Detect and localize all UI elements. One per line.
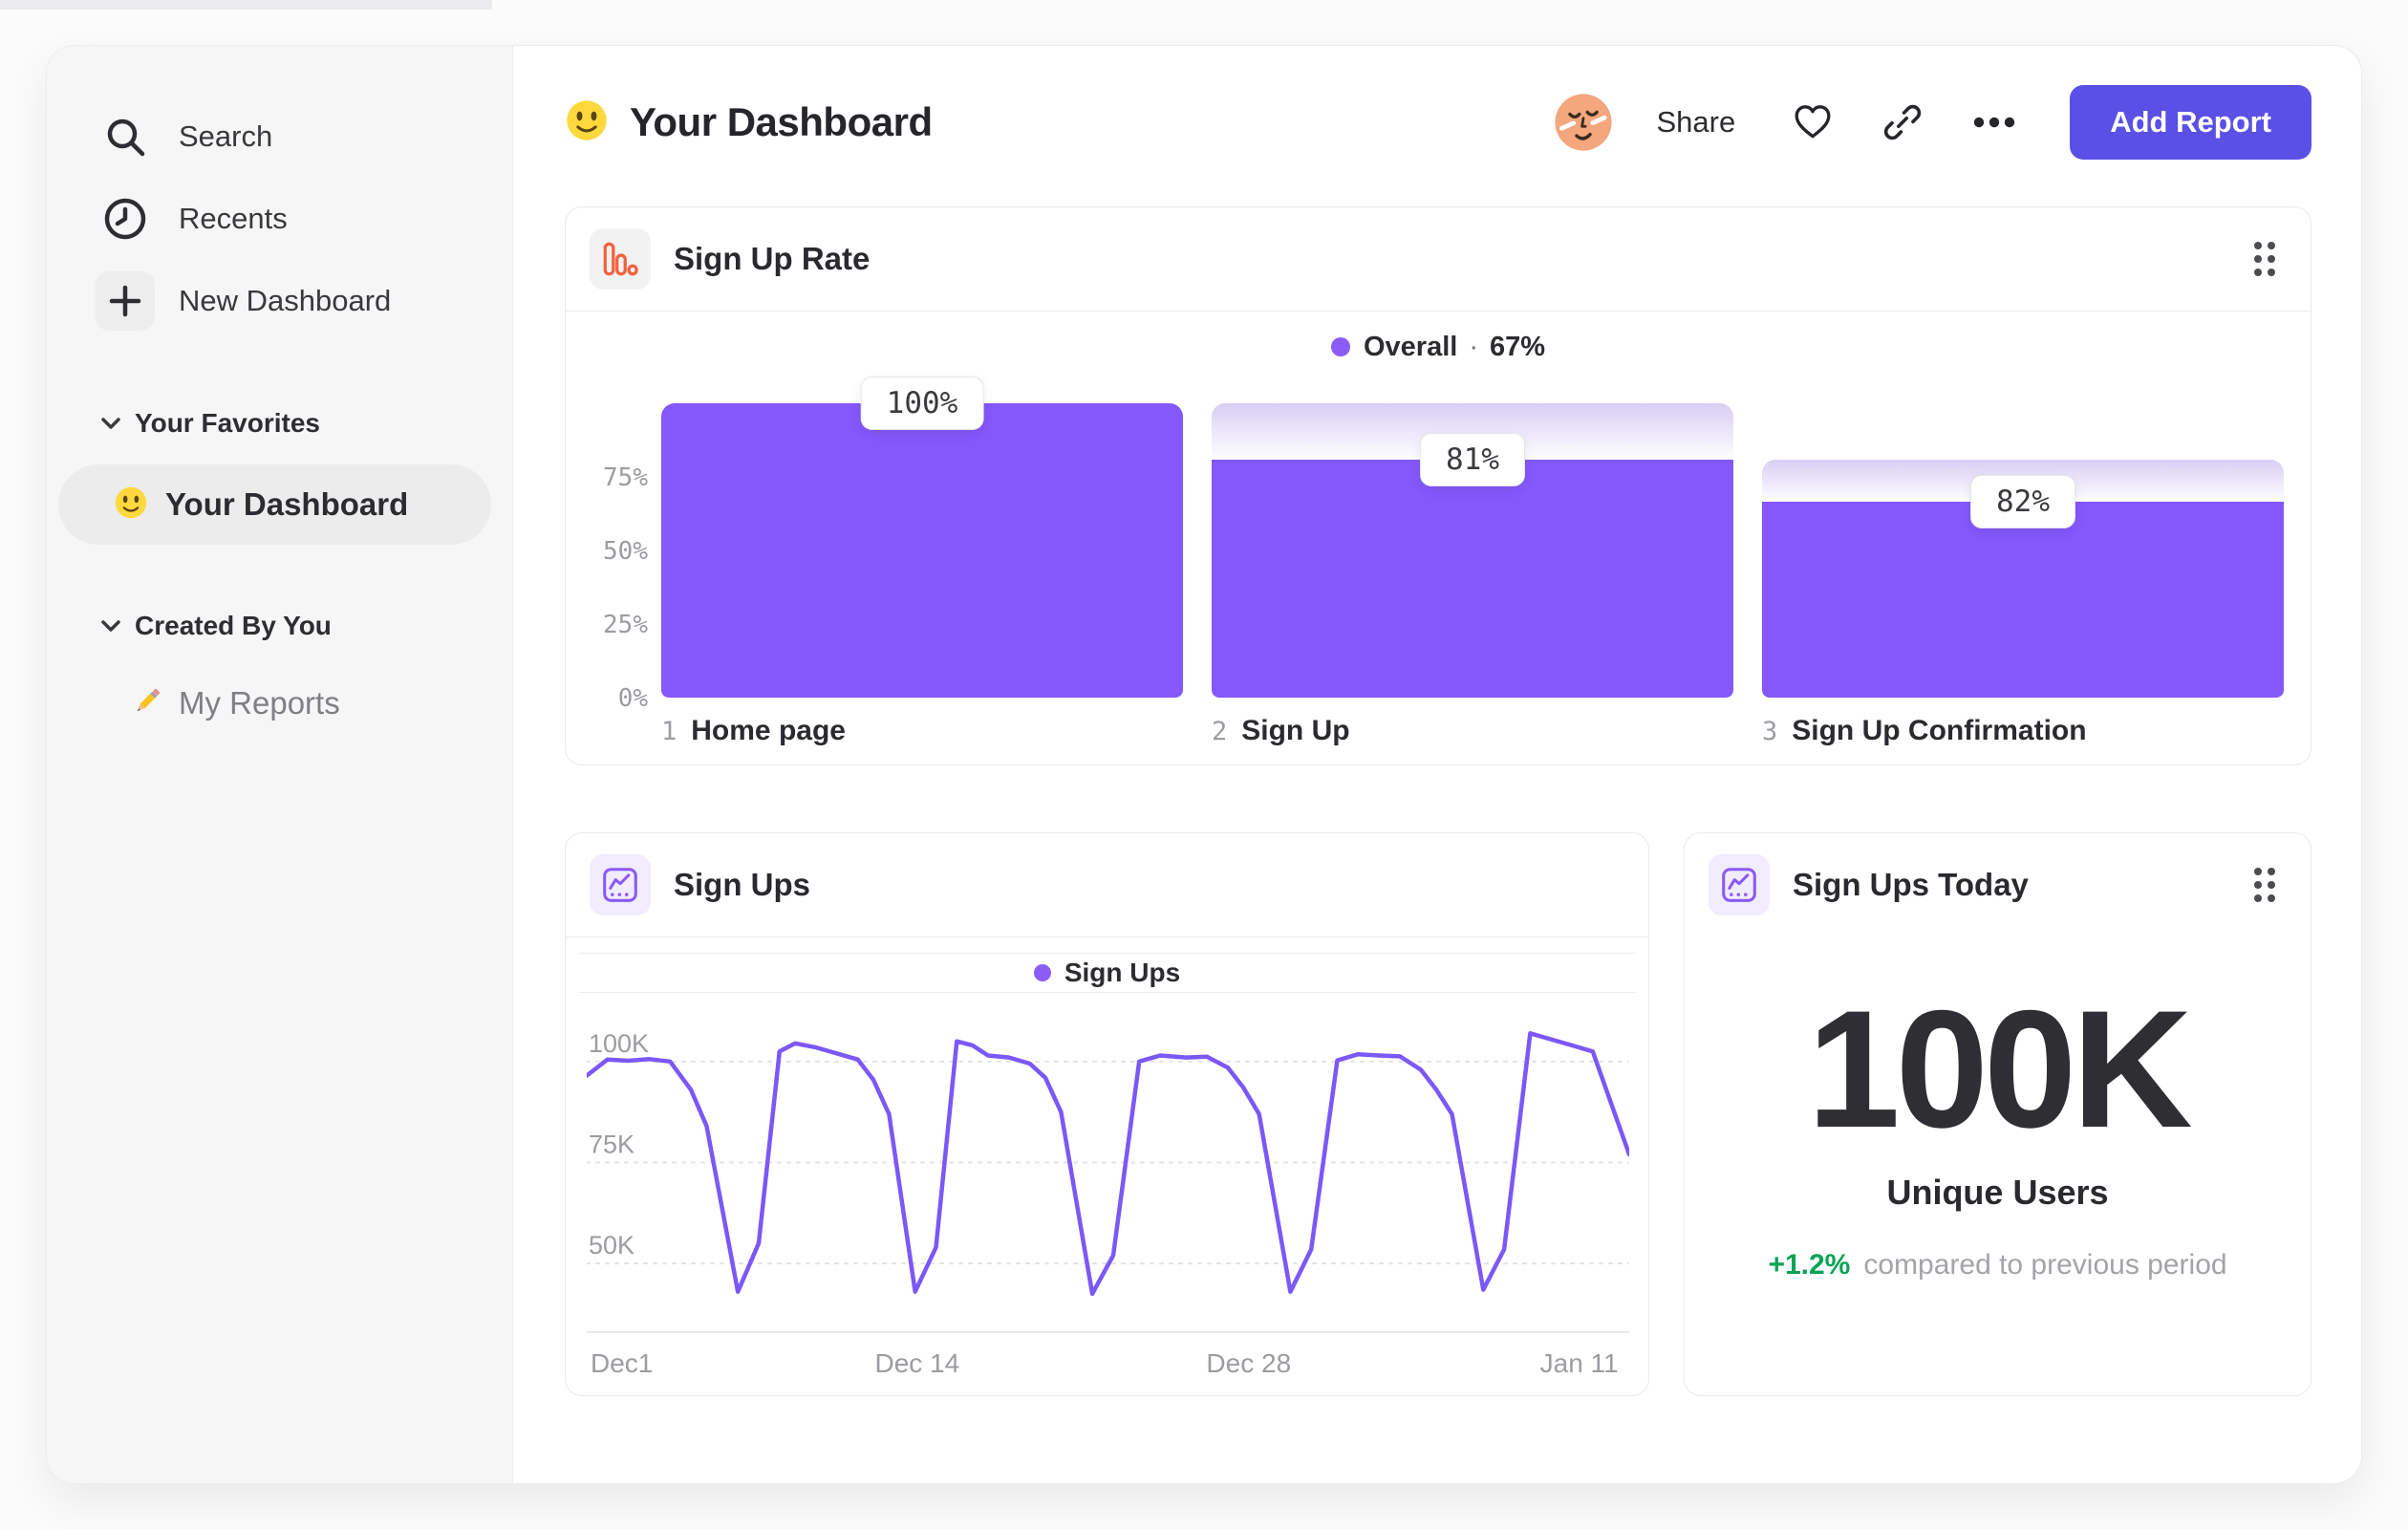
delta-comparison-text: compared to previous period xyxy=(1863,1249,2227,1281)
add-report-button[interactable]: Add Report xyxy=(2070,85,2311,160)
funnel-chart: 75% 50% 25% 0% 100% 1 Home page 81% 2 Sign Up 82%… xyxy=(566,377,2311,747)
funnel-chart-icon xyxy=(590,228,651,290)
card-title: Sign Ups Today xyxy=(1793,867,2029,902)
funnel-tooltip: 82% xyxy=(1970,475,2075,529)
funnel-step-label: 3 Sign Up Confirmation xyxy=(1762,715,2087,746)
created-by-you-section: Created By You My Reports xyxy=(47,598,512,732)
legend-value: 67% xyxy=(1489,331,1546,362)
sign-ups-today-card: Sign Ups Today 100K Unique Users +1.2% c… xyxy=(1684,832,2311,1396)
funnel-step: 82% 3 Sign Up Confirmation xyxy=(1762,403,2284,747)
favorites-section-header[interactable]: Your Favorites xyxy=(47,396,512,451)
y-axis-tick: 75K xyxy=(589,1131,634,1159)
sidebar: Search Recents New Dashboard Your Favori… xyxy=(47,46,513,1483)
section-title: Created By You xyxy=(135,611,332,640)
funnel-step: 81% 2 Sign Up xyxy=(1212,403,1733,747)
clock-icon xyxy=(95,197,156,241)
funnel-legend: Overall · 67% xyxy=(566,312,2311,382)
delta-badge: +1.2% xyxy=(1768,1249,1851,1281)
pencil-emoji-icon xyxy=(131,685,163,722)
plus-icon xyxy=(96,271,155,331)
line-chart-icon xyxy=(1709,854,1770,915)
sidebar-item-label: Search xyxy=(179,119,273,153)
favorites-section: Your Favorites Your Dashboard xyxy=(47,396,512,545)
sidebar-item-my-reports[interactable]: My Reports xyxy=(47,675,512,732)
search-icon xyxy=(95,115,156,159)
app-window: Search Recents New Dashboard Your Favori… xyxy=(46,45,2362,1484)
legend-label: Sign Ups xyxy=(1064,958,1181,987)
funnel-tooltip: 100% xyxy=(860,377,984,430)
funnel-step: 100% 1 Home page xyxy=(661,377,1183,747)
line-chart[interactable]: 100K 75K 50K Dec1 Dec 14 Dec 28 Jan 11 xyxy=(566,993,1648,1389)
avatar[interactable] xyxy=(1554,93,1613,152)
favorite-heart-icon[interactable] xyxy=(1793,103,1833,141)
more-options-icon[interactable] xyxy=(1972,116,2016,129)
y-axis-tick: 75% xyxy=(603,463,648,492)
y-axis-tick: 100K xyxy=(589,1029,649,1058)
legend-dot-icon xyxy=(1033,964,1051,981)
section-title: Your Favorites xyxy=(135,408,320,438)
created-by-you-section-header[interactable]: Created By You xyxy=(47,598,512,654)
x-axis-tick: Jan 11 xyxy=(1540,1348,1619,1378)
x-axis-tick: Dec 14 xyxy=(874,1348,959,1378)
sidebar-item-search[interactable]: Search xyxy=(47,96,512,178)
copy-link-icon[interactable] xyxy=(1882,102,1923,142)
y-axis-tick: 50K xyxy=(589,1231,634,1260)
line-legend: Sign Ups xyxy=(579,953,1635,993)
sidebar-item-recents[interactable]: Recents xyxy=(47,178,512,260)
funnel-tooltip: 81% xyxy=(1420,432,1525,486)
funnel-bars: 100% 1 Home page 81% 2 Sign Up 82% 3 Sign Up Con… xyxy=(661,377,2284,747)
funnel-y-axis: 75% 50% 25% 0% xyxy=(589,403,648,713)
funnel-bar[interactable] xyxy=(1212,459,1733,698)
funnel-bar[interactable] xyxy=(661,403,1183,698)
y-axis-tick: 0% xyxy=(617,684,648,713)
legend-dot-icon xyxy=(1330,337,1350,356)
smiley-emoji-icon xyxy=(114,485,148,525)
metric-label: Unique Users xyxy=(1886,1173,2109,1212)
sign-up-rate-card: Sign Up Rate Overall · 67% 75% 50% 25% 0% xyxy=(565,206,2311,765)
line-series[interactable] xyxy=(584,1031,1632,1297)
sidebar-item-label: Recents xyxy=(179,202,288,235)
chevron-down-icon xyxy=(100,619,121,633)
funnel-bar[interactable] xyxy=(1762,502,2284,698)
legend-separator: · xyxy=(1469,331,1478,362)
line-chart-icon xyxy=(590,854,651,915)
card-title: Sign Up Rate xyxy=(674,241,871,276)
sidebar-item-label: New Dashboard xyxy=(179,284,392,317)
main-content: Your Dashboard Share Add Report Sign Up … xyxy=(513,46,2361,1483)
metric-value: 100K xyxy=(1807,977,2192,1163)
x-axis-tick: Dec1 xyxy=(591,1348,653,1378)
share-button[interactable]: Share xyxy=(1657,105,1736,140)
funnel-step-label: 1 Home page xyxy=(661,715,846,746)
drag-handle-icon[interactable] xyxy=(2247,861,2282,909)
sidebar-item-your-dashboard[interactable]: Your Dashboard xyxy=(58,464,491,545)
sidebar-item-label: My Reports xyxy=(179,685,340,721)
metric-body: 100K Unique Users +1.2% compared to prev… xyxy=(1685,937,2311,1395)
chevron-down-icon xyxy=(100,417,121,430)
legend-label: Overall xyxy=(1363,331,1458,362)
screen-edge-artifact xyxy=(0,0,492,10)
sign-ups-card: Sign Ups Sign Ups 100K 75K 50K Dec1 Dec 14 De… xyxy=(565,832,1649,1396)
x-axis-tick: Dec 28 xyxy=(1206,1348,1291,1378)
y-axis-tick: 25% xyxy=(603,611,648,639)
smiley-emoji-icon xyxy=(565,98,609,147)
funnel-step-label: 2 Sign Up xyxy=(1212,715,1350,746)
sidebar-item-new-dashboard[interactable]: New Dashboard xyxy=(47,260,512,342)
card-title: Sign Ups xyxy=(674,867,811,902)
drag-handle-icon[interactable] xyxy=(2247,235,2282,283)
y-axis-tick: 50% xyxy=(603,537,648,566)
sidebar-item-label: Your Dashboard xyxy=(165,486,409,522)
page-title: Your Dashboard xyxy=(630,99,933,144)
dashboard-header: Your Dashboard Share Add Report xyxy=(565,84,2311,161)
